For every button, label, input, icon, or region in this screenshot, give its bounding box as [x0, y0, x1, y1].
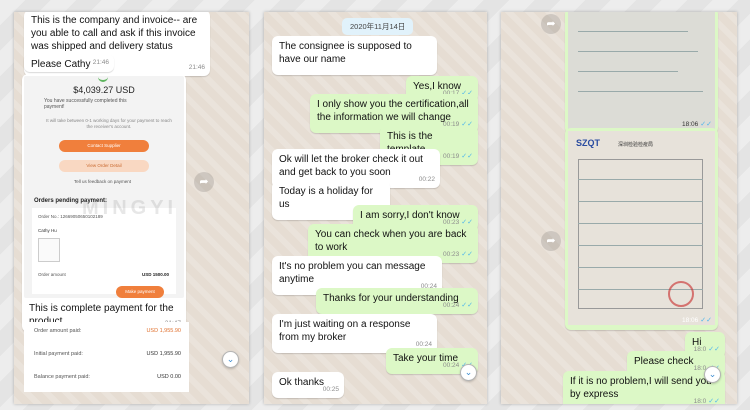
message-time: 00:22	[418, 176, 435, 183]
payment-summary: Order amount paid: USD 1,955.90 Initial …	[24, 322, 189, 392]
message-time: 18:0✓✓	[693, 398, 720, 404]
scroll-down-icon[interactable]: ⌄	[460, 364, 477, 381]
order-amount-label: Order amount	[38, 272, 66, 277]
message-text: Please Cathy	[31, 59, 91, 70]
row-value: USD 1,955.90	[146, 328, 181, 334]
message-time: 00:25	[322, 386, 339, 393]
row-label: Initial payment paid:	[34, 351, 83, 357]
message-bubble[interactable]: Please Cathy 21:46	[24, 54, 114, 72]
date-chip: 2020年11月14日	[342, 18, 414, 35]
scroll-down-icon[interactable]: ⌄	[704, 366, 721, 383]
payment-screenshot: $4,039.27 USD You have successfully comp…	[24, 76, 184, 298]
success-text: You have successfully completed this pay…	[44, 98, 127, 110]
check-icon	[98, 76, 108, 82]
image-message[interactable]: $4,039.27 USD You have successfully comp…	[22, 74, 186, 332]
message-text: It's no problem you can message anytime	[279, 261, 426, 285]
message-bubble[interactable]: The consignee is supposed to have our na…	[272, 36, 437, 75]
message-time: 18:06 ✓✓	[681, 317, 712, 324]
image-message[interactable]: SZQT 深圳检验检疫局 18:06 ✓✓	[565, 128, 718, 330]
row-label: Balance payment paid:	[34, 374, 90, 380]
row-label: Order amount paid:	[34, 328, 82, 334]
scroll-down-icon[interactable]: ⌄	[222, 351, 239, 368]
document-photo	[568, 12, 715, 129]
note-text: It will take between 0-1 working days fo…	[46, 118, 172, 129]
chat-panel-3[interactable]: ➦ 18:06 ✓✓ ➦ SZQT 深圳检验检疫局 18:06 ✓✓ Hi 18:0 ✓…	[501, 12, 737, 404]
row-value: USD 1,955.90	[146, 351, 181, 357]
certificate-title: 深圳检验检疫局	[618, 142, 654, 148]
message-text: If it is no problem,I will send you by e…	[570, 376, 712, 400]
image-message[interactable]: 18:06 ✓✓	[565, 12, 718, 134]
message-time: 00:19 ✓✓	[442, 153, 473, 160]
read-receipt-icon: ✓✓	[461, 302, 473, 309]
message-bubble[interactable]: If it is no problem,I will send you by e…	[563, 371, 725, 404]
make-payment-button: Make payment	[116, 286, 164, 298]
message-time: 21:46	[188, 64, 205, 71]
message-text: I'm just waiting on a response from my b…	[279, 319, 411, 343]
message-time: 00:24✓✓	[442, 302, 473, 309]
contact-supplier-button: Contact Supplier	[59, 140, 149, 152]
forward-icon[interactable]: ➦	[194, 172, 214, 192]
certificate-photo: SZQT 深圳检验检疫局	[568, 131, 715, 325]
message-text: Ok thanks	[279, 377, 325, 388]
watermark: MINGYI	[82, 197, 178, 219]
forward-icon[interactable]: ➦	[541, 14, 561, 34]
payment-amount: $4,039.27 USD	[73, 85, 135, 95]
view-order-button: View Order Detail	[59, 160, 149, 172]
row-value: USD 0.00	[157, 374, 181, 380]
certificate-logo: SZQT	[576, 138, 600, 148]
buyer-name: Cathy Hu	[38, 228, 57, 233]
message-text: Please check	[634, 356, 694, 367]
read-receipt-icon: ✓✓	[461, 251, 473, 258]
message-bubble[interactable]: Ok thanks 00:25	[272, 372, 344, 398]
message-time: 21:46	[92, 59, 109, 66]
read-receipt-icon: ✓✓	[461, 153, 473, 160]
seal-stamp	[668, 281, 694, 307]
message-time: 00:23 ✓✓	[442, 251, 473, 258]
read-receipt-icon: ✓✓	[708, 398, 720, 404]
message-text: Thanks for your understanding	[323, 293, 459, 304]
forward-icon[interactable]: ➦	[541, 231, 561, 251]
feedback-link: Tell us feedback on payment	[74, 179, 132, 184]
chat-panel-1[interactable]: This is the company and invoice-- are yo…	[14, 12, 249, 404]
message-text: The consignee is supposed to have our na…	[279, 41, 412, 65]
product-thumbnail	[38, 238, 60, 262]
message-text: Ok will let the broker check it out and …	[279, 154, 423, 178]
order-amount-value: USD 1500.00	[142, 272, 170, 277]
chat-panel-2[interactable]: 2020年11月14日 The consignee is supposed to…	[264, 12, 487, 404]
message-bubble[interactable]: Thanks for your understanding 00:24 ✓✓	[316, 288, 478, 314]
